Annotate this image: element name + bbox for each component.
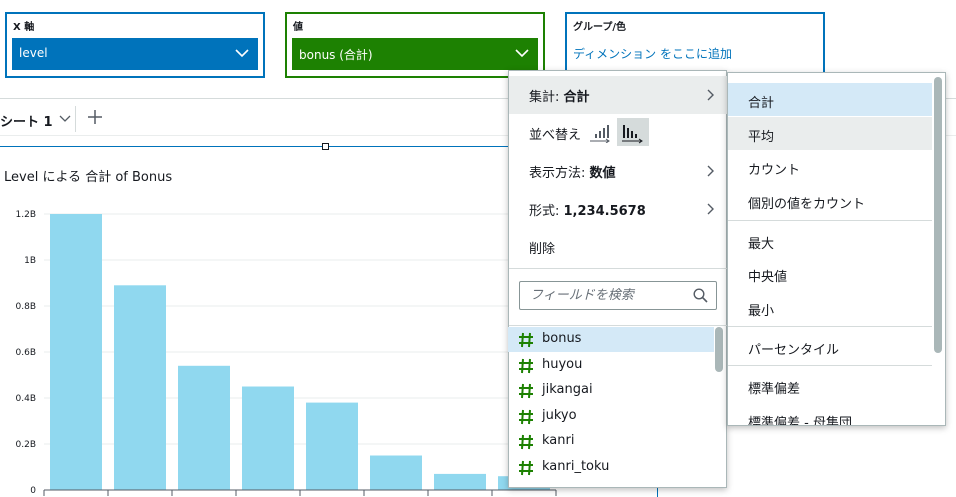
group-color-well[interactable]: グループ/色 ディメンション をここに追加: [565, 12, 825, 78]
sort-descending-icon[interactable]: [617, 118, 649, 146]
y-tick-label: 0: [30, 486, 36, 496]
menu-format[interactable]: 形式: 1,234.5678: [509, 190, 727, 228]
value-field-button[interactable]: bonus (合計): [292, 38, 538, 70]
submenu-divider: [728, 326, 932, 327]
numeric-field-icon: [519, 460, 533, 475]
x-axis-field-label: level: [19, 46, 48, 60]
x-axis-well[interactable]: X 軸 level: [5, 12, 265, 78]
field-list-item[interactable]: jukyo: [508, 404, 714, 429]
value-field-label: bonus (合計): [299, 48, 373, 62]
chevron-right-icon: [707, 89, 714, 101]
chevron-down-icon: [235, 49, 249, 58]
bar-chart[interactable]: 0 0.2B 0.4B 0.6B 0.8B 1B 1.2B: [0, 200, 560, 497]
menu-display-label: 表示方法:: [529, 166, 590, 181]
y-tick-label: 0.2B: [16, 440, 37, 450]
field-list-item[interactable]: kanri: [508, 429, 714, 454]
field-list-item[interactable]: kanri_toku: [508, 455, 714, 480]
numeric-field-icon: [519, 434, 533, 450]
bar[interactable]: [114, 285, 166, 490]
y-tick-label: 0.6B: [16, 348, 37, 358]
numeric-field-icon: [519, 383, 533, 399]
submenu-scrollbar[interactable]: [934, 77, 942, 353]
numeric-field-icon: [519, 358, 533, 373]
menu-divider: [509, 268, 727, 269]
add-sheet-icon[interactable]: [86, 108, 104, 126]
bar[interactable]: [242, 386, 294, 491]
resize-handle[interactable]: [322, 143, 329, 150]
bar[interactable]: [306, 402, 358, 490]
y-tick-label: 0.4B: [16, 394, 37, 404]
sort-ascending-icon[interactable]: [589, 121, 611, 143]
menu-aggregate-label: 集計:: [529, 90, 564, 105]
field-list-item[interactable]: jikangai: [508, 378, 714, 403]
submenu-item[interactable]: 標準偏差: [728, 369, 932, 402]
value-well[interactable]: 値 bonus (合計): [285, 12, 545, 78]
field-list-item-label: jikangai: [542, 382, 593, 397]
x-axis-well-title: X 軸: [13, 22, 35, 33]
bar[interactable]: [370, 455, 422, 491]
menu-aggregate-value: 合計: [563, 90, 590, 105]
menu-format-label: 形式:: [529, 204, 564, 219]
numeric-field-icon: [519, 332, 533, 348]
menu-delete-label: 削除: [529, 242, 556, 257]
field-list-scrollbar[interactable]: [715, 327, 723, 372]
submenu-item[interactable]: 平均: [728, 117, 932, 150]
add-dimension-hint[interactable]: ディメンション をここに追加: [573, 45, 732, 62]
submenu-item[interactable]: 中央値: [728, 257, 932, 290]
submenu-item[interactable]: 最大: [728, 224, 932, 257]
field-list-item-label: kanri: [542, 433, 575, 448]
x-axis-field-button[interactable]: level: [12, 38, 258, 70]
chevron-down-icon[interactable]: [59, 114, 71, 124]
field-list-item-label: kanri_toku: [542, 458, 610, 474]
submenu-item[interactable]: パーセンタイル: [728, 330, 932, 363]
menu-aggregate[interactable]: 集計: 合計: [509, 76, 727, 114]
chevron-right-icon: [707, 165, 714, 177]
menu-display-value: 数値: [589, 166, 616, 181]
visual-title: Level による 合計 of Bonus: [4, 170, 173, 185]
numeric-field-icon: [519, 409, 533, 424]
group-well-title: グループ/色: [573, 22, 627, 33]
tab-sheet-1-label: シート 1: [0, 115, 53, 130]
field-list-item-label: jukyo: [542, 407, 577, 423]
menu-delete[interactable]: 削除: [509, 228, 727, 266]
value-well-title: 値: [293, 22, 303, 33]
submenu-divider: [728, 220, 932, 221]
submenu-item[interactable]: 最小: [728, 291, 932, 324]
y-tick-label: 1.2B: [16, 210, 37, 220]
menu-sort-label: 並べ替え: [529, 128, 582, 143]
bar[interactable]: [178, 365, 230, 490]
field-list-item-label: bonus: [542, 331, 582, 346]
aggregate-submenu: 合計 平均 カウント 個別の値をカウント 最大 中央値 最小パーセンタイル 標準偏差 標準偏差 …: [727, 72, 946, 426]
y-tick-label: 1B: [24, 256, 36, 266]
tab-sheet-1[interactable]: シート 1: [0, 106, 76, 132]
field-list-item[interactable]: bonus: [508, 327, 714, 352]
menu-display-as[interactable]: 表示方法: 数値: [509, 152, 727, 190]
field-list-item[interactable]: huyou: [508, 353, 714, 378]
submenu-item[interactable]: カウント: [728, 150, 932, 183]
bar[interactable]: [434, 473, 486, 490]
submenu-item[interactable]: 合計: [728, 83, 932, 116]
search-icon[interactable]: [693, 288, 708, 303]
menu-divider: [509, 325, 727, 326]
field-search-box[interactable]: [519, 281, 717, 310]
field-list[interactable]: bonus huyou jikangai jukyo kanri kanri_toku: [508, 327, 726, 487]
y-tick-label: 0.8B: [16, 302, 37, 312]
field-search-input[interactable]: [520, 282, 690, 309]
chevron-down-icon: [515, 49, 529, 58]
submenu-divider: [728, 365, 932, 366]
chevron-right-icon: [707, 203, 714, 215]
submenu-item[interactable]: 標準偏差 - 母集団: [728, 403, 932, 425]
menu-sort: 並べ替え: [509, 114, 727, 152]
field-list-item-label: huyou: [542, 356, 583, 372]
menu-format-value: 1,234.5678: [563, 204, 646, 219]
submenu-item[interactable]: 個別の値をカウント: [728, 184, 932, 217]
bar[interactable]: [50, 214, 102, 490]
